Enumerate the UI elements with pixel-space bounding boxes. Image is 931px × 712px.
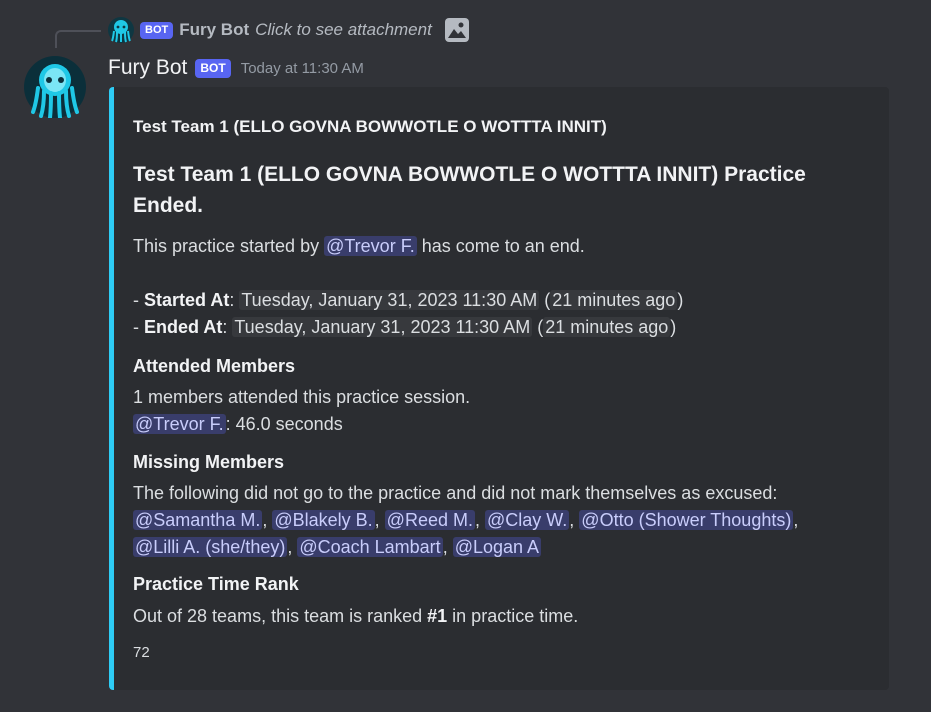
missing-summary: The following did not go to the practice… [133, 483, 778, 503]
attended-member-line: @Trevor F.: 46.0 seconds [133, 412, 343, 436]
mention-coach-lambart[interactable]: @Coach Lambart [297, 537, 443, 557]
mention-logan[interactable]: @Logan A [452, 537, 542, 557]
missing-members-row2: @Lilli A. (she/they), @Coach Lambart, @L… [133, 537, 542, 557]
embed: Test Team 1 (ELLO GOVNA BOWWOTLE O WOTTT… [109, 87, 889, 690]
missing-members-row1: @Samantha M., @Blakely B., @Reed M., @Cl… [133, 510, 799, 530]
rank-value: #1 [427, 606, 448, 626]
rank-prefix: Out of 28 teams, this team is ranked [133, 606, 428, 626]
ended-colon: : [222, 317, 233, 337]
started-label: Started At [144, 290, 230, 310]
ended-label: Ended At [144, 317, 223, 337]
reply-spine [55, 30, 101, 48]
missing-field-name: Missing Members [133, 452, 285, 472]
image-icon[interactable] [444, 17, 470, 43]
mention-blakely[interactable]: @Blakely B. [272, 510, 375, 530]
embed-title: Test Team 1 (ELLO GOVNA BOWWOTLE O WOTTT… [133, 163, 806, 217]
rank-suffix: in practice time. [447, 606, 579, 626]
ended-at-line: - Ended At: Tuesday, January 31, 2023 11… [133, 317, 677, 337]
started-dash: - [133, 290, 144, 310]
message-timestamp[interactable]: Today at 11:30 AM [241, 60, 364, 77]
mention-reed[interactable]: @Reed M. [384, 510, 475, 530]
description-prefix: This practice started by [133, 236, 325, 256]
embed-author: Test Team 1 (ELLO GOVNA BOWWOTLE O WOTTT… [133, 117, 607, 136]
reply-text[interactable]: Click to see attachment [255, 20, 432, 40]
mention-lilli[interactable]: @Lilli A. (she/they) [133, 537, 288, 557]
mention-clay[interactable]: @Clay W. [485, 510, 570, 530]
mention-trevor-attended[interactable]: @Trevor F. [133, 414, 226, 434]
message-header: Fury Bot BOT Today at 11:30 AM [108, 54, 364, 82]
rank-field-name: Practice Time Rank [133, 574, 299, 594]
mention-otto[interactable]: @Otto (Shower Thoughts) [579, 510, 794, 530]
rank-line: Out of 28 teams, this team is ranked #1 … [133, 604, 578, 628]
message-container: BOT Fury Bot Click to see attachment Fur… [0, 0, 931, 712]
embed-footer: 72 [133, 644, 150, 661]
reply-avatar-icon[interactable] [108, 17, 134, 43]
embed-description: This practice started by @Trevor F. has … [133, 234, 585, 258]
started-date[interactable]: Tuesday, January 31, 2023 11:30 AM [239, 290, 540, 310]
avatar[interactable] [24, 56, 86, 118]
attended-summary: 1 members attended this practice session… [133, 387, 471, 407]
ended-relative[interactable]: 21 minutes ago [543, 317, 671, 337]
bot-tag: BOT [195, 58, 231, 78]
started-colon: : [229, 290, 240, 310]
author-name[interactable]: Fury Bot [108, 56, 187, 80]
reply-bot-tag: BOT [140, 21, 174, 39]
started-relative[interactable]: 21 minutes ago [550, 290, 678, 310]
started-at-line: - Started At: Tuesday, January 31, 2023 … [133, 290, 684, 310]
reply-preview[interactable]: BOT Fury Bot Click to see attachment [108, 17, 470, 43]
attended-field-name: Attended Members [133, 356, 296, 376]
ended-date[interactable]: Tuesday, January 31, 2023 11:30 AM [232, 317, 533, 337]
mention-samantha[interactable]: @Samantha M. [133, 510, 263, 530]
attended-duration: : 46.0 seconds [225, 414, 343, 434]
reply-author[interactable]: Fury Bot [179, 20, 249, 40]
ended-dash: - [133, 317, 144, 337]
description-suffix: has come to an end. [416, 236, 585, 256]
mention-trevor[interactable]: @Trevor F. [324, 236, 417, 256]
